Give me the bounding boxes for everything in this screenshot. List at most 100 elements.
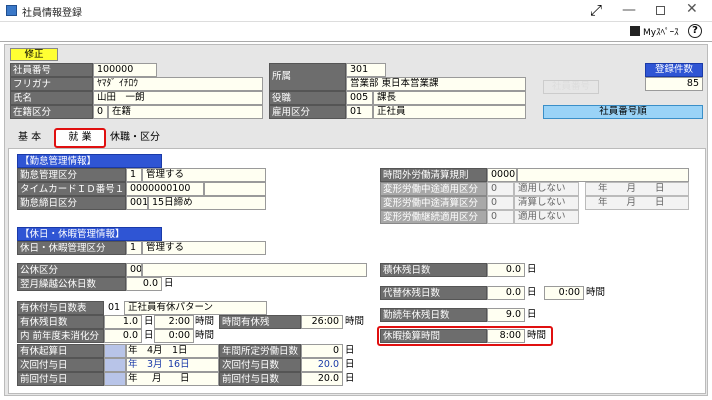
prev-grant-era (104, 372, 126, 386)
affiliation-label: 所属 (269, 63, 346, 91)
window-title: 社員情報登録 (22, 8, 82, 19)
leave-conversion-value[interactable]: 8:00 (487, 329, 525, 343)
next-grant-days-unit: 日 (345, 359, 355, 370)
prev-grant-days-unit: 日 (345, 373, 355, 384)
attendance-mgmt-code[interactable]: 1 (126, 168, 142, 182)
public-holiday-label: 公休区分 (17, 263, 126, 277)
variable-mid-apply-date: 年 月 日 (585, 182, 689, 196)
minimize-button[interactable]: — (622, 2, 636, 18)
hourly-paid-value[interactable]: 26:00 (301, 315, 343, 329)
next-grant-month: 3月 (147, 359, 163, 370)
affiliation-code[interactable]: 301 (346, 63, 386, 77)
substitute-leave-label: 代替休残日数 (380, 286, 487, 300)
prev-grant-days-label: 前回付与日数 (219, 372, 301, 386)
myspace-button[interactable]: Myｽﾍﾟｰｽ (643, 25, 679, 38)
service-leave-label: 勤続年休残日数 (380, 308, 487, 322)
timecard-id-field[interactable]: 0000000100 (126, 182, 204, 196)
prev-grant-date[interactable] (126, 372, 219, 386)
prev-grant-day: 日 (180, 373, 190, 384)
position-code[interactable]: 005 (346, 91, 373, 105)
close-button[interactable]: ✕ (686, 1, 698, 17)
attendance-mgmt-label: 勤怠管理区分 (17, 168, 126, 182)
leave-mgmt-label: 休日・休暇管理区分 (17, 241, 126, 255)
position-label: 役職 (269, 91, 346, 105)
leave-conversion-label: 休暇換算時間 (380, 329, 487, 343)
prev-unused-time[interactable]: 0:00 (154, 329, 194, 343)
next-grant-era (104, 358, 126, 372)
variable-mid-apply-code: 0 (487, 182, 514, 196)
overtime-rule-label: 時間外労働清算規則 (380, 168, 487, 182)
variable-mid-settle-code: 0 (487, 196, 514, 210)
mode-badge: 修正 (10, 48, 58, 61)
toolbar: Myｽﾍﾟｰｽ ? (0, 22, 712, 42)
employment-name: 正社員 (373, 105, 526, 119)
substitute-leave-time[interactable]: 0:00 (544, 286, 584, 300)
status-value: 在籍 (108, 105, 263, 119)
help-icon[interactable]: ? (688, 24, 702, 38)
paid-table-value: 正社員有休パターン (124, 301, 267, 315)
status-code[interactable]: 0 (93, 105, 108, 119)
leave-section-header: 【休日・休暇管理情報】 (17, 227, 162, 241)
variable-mid-settle-date: 年 月 日 (585, 196, 689, 210)
tab-leave-category[interactable]: 休職・区分 (110, 131, 170, 145)
service-leave-unit: 日 (527, 309, 537, 320)
paid-table-label: 有休付与日数表 (17, 301, 104, 315)
prev-unused-days[interactable]: 0.0 (104, 329, 142, 343)
hourly-paid-unit: 時間 (345, 316, 365, 327)
closing-day-code[interactable]: 001 (126, 196, 148, 210)
leave-mgmt-code[interactable]: 1 (126, 241, 142, 255)
accumulated-leave-unit: 日 (527, 264, 537, 275)
variable-mid-apply-value: 適用しない (514, 182, 579, 196)
carryover-value[interactable]: 0.0 (126, 277, 162, 291)
overtime-rule-name (517, 168, 689, 182)
leave-mgmt-value: 管理する (142, 241, 266, 255)
attendance-mgmt-value: 管理する (142, 168, 266, 182)
paid-remaining-days[interactable]: 1.0 (104, 315, 142, 329)
overtime-rule-code[interactable]: 0000 (487, 168, 517, 182)
maximize-button[interactable] (656, 6, 665, 15)
public-holiday-code[interactable]: 00 (126, 263, 142, 277)
variable-mid-settle-value: 清算しない (514, 196, 579, 210)
furigana-label: フリガナ (10, 77, 93, 91)
substitute-leave-unit: 日 (527, 287, 537, 298)
paid-start-label: 有休起算日 (17, 344, 104, 358)
leave-conversion-unit: 時間 (527, 330, 547, 341)
paid-start-month: 4月 (147, 345, 163, 356)
next-grant-days-value[interactable]: 20.0 (301, 358, 343, 372)
variable-continue-code: 0 (487, 210, 514, 224)
annual-work-days-value[interactable]: 0 (301, 344, 343, 358)
closing-day-value: 15日締め (148, 196, 266, 210)
service-leave-value[interactable]: 9.0 (487, 308, 525, 322)
prev-unused-time-unit: 時間 (195, 330, 215, 341)
public-holiday-name (142, 263, 367, 277)
closing-day-label: 勤怠締日区分 (17, 196, 126, 210)
paid-start-year: 年 (128, 345, 138, 356)
tab-basic[interactable]: 基 本 (18, 131, 52, 145)
carryover-unit: 日 (164, 278, 174, 289)
paid-remaining-unit: 日 (144, 316, 154, 327)
accumulated-leave-value[interactable]: 0.0 (487, 263, 525, 277)
sort-order-button[interactable]: 社員番号順 (543, 105, 703, 119)
employment-code[interactable]: 01 (346, 105, 373, 119)
prev-unused-unit: 日 (144, 330, 154, 341)
paid-start-day: 1日 (172, 345, 188, 356)
status-label: 在籍区分 (10, 105, 93, 119)
employee-no-field[interactable]: 100000 (93, 63, 157, 77)
paid-remaining-time[interactable]: 2:00 (154, 315, 194, 329)
substitute-leave-value[interactable]: 0.0 (487, 286, 525, 300)
timecard-id-label: タイムカードＩＤ番号１ (17, 182, 126, 196)
expand-arrows-icon[interactable]: ⤢ (590, 2, 602, 19)
paid-start-era (104, 344, 126, 358)
faded-employee-no-button: 社員番号 (543, 80, 599, 94)
employee-no-label: 社員番号 (10, 63, 93, 77)
name-field[interactable]: 山田 一朗 (93, 91, 263, 105)
carryover-label: 翌月繰越公休日数 (17, 277, 126, 291)
tab-work[interactable]: 就 業 (54, 128, 106, 148)
annual-work-days-label: 年間所定労働日数 (219, 344, 301, 358)
name-label: 氏名 (10, 91, 93, 105)
windows-icon (630, 26, 640, 36)
furigana-field[interactable]: ﾔﾏﾀﾞ ｲﾁﾛｳ (93, 77, 263, 91)
paid-remaining-label: 有休残日数 (17, 315, 104, 329)
next-grant-date-label: 次回付与日 (17, 358, 104, 372)
prev-grant-days-value[interactable]: 20.0 (301, 372, 343, 386)
